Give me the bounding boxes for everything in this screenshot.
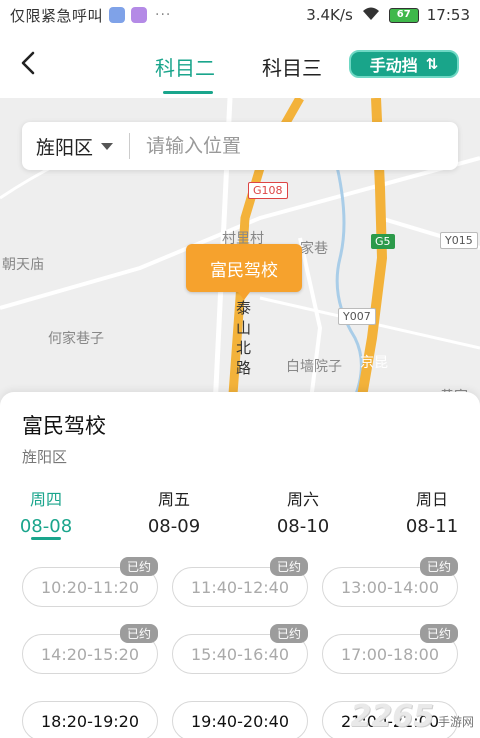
- back-arrow-icon[interactable]: [16, 50, 42, 76]
- active-tab-indicator: [163, 91, 213, 94]
- slot-time: 11:40-12:40: [191, 577, 289, 597]
- chevron-down-icon[interactable]: [101, 142, 114, 150]
- school-detail-sheet: 富民驾校 旌阳区 周四 08-08 周五 08-09 周六 08-10 周日 0…: [0, 392, 480, 738]
- road-badge-y015: Y015: [440, 232, 478, 249]
- slot-time: 17:00-18:00: [341, 644, 439, 664]
- time-slot[interactable]: 18:20-19:20: [22, 701, 158, 738]
- tab-subject-two[interactable]: 科目二: [155, 52, 215, 81]
- district-selector[interactable]: 旌阳区: [36, 133, 93, 160]
- time-slot: 14:20-15:20 已约: [22, 624, 158, 674]
- active-day-indicator: [31, 537, 61, 540]
- slot-time: 15:40-16:40: [191, 644, 289, 664]
- transmission-label: 手动挡: [369, 56, 418, 75]
- slot-time: 19:40-20:40: [191, 711, 289, 731]
- map-label-jiaxiang: 家巷: [300, 241, 328, 257]
- watermark-number: 2265: [350, 699, 434, 734]
- transmission-toggle-button[interactable]: 手动挡 ⇅: [349, 50, 459, 78]
- school-district: 旌阳区: [22, 448, 68, 466]
- road-badge-g5: G5: [371, 234, 395, 249]
- booked-badge: 已约: [269, 624, 308, 643]
- slot-time: 10:20-11:20: [41, 577, 139, 597]
- map-label-hejiaxiangzi: 何家巷子: [48, 331, 104, 347]
- day-weekday: 周四: [29, 490, 62, 509]
- search-divider: [129, 133, 131, 159]
- slot-time: 13:00-14:00: [341, 577, 439, 597]
- map-label-baiqiangyuanzi: 白墙院子: [286, 359, 342, 375]
- more-notifications-icon: ···: [155, 7, 172, 23]
- booked-badge: 已约: [419, 624, 458, 643]
- top-nav: 科目二 科目三 手动挡 ⇅: [0, 30, 480, 98]
- time-slot: 15:40-16:40 已约: [172, 624, 308, 674]
- map-label-chaotianmiao: 朝天庙: [2, 257, 44, 273]
- status-time: 17:53: [426, 6, 470, 24]
- school-map-marker[interactable]: 富民驾校: [186, 244, 302, 300]
- day-tab-3[interactable]: 周日 08-11: [397, 486, 467, 537]
- tab-subject-three[interactable]: 科目三: [262, 52, 322, 81]
- wifi-icon: [361, 5, 381, 25]
- switch-icon: ⇅: [425, 55, 439, 73]
- day-date: 08-09: [147, 516, 201, 537]
- slot-time: 14:20-15:20: [41, 644, 139, 664]
- time-slot[interactable]: 19:40-20:40: [172, 701, 308, 738]
- day-weekday: 周五: [157, 490, 190, 509]
- day-tab-2[interactable]: 周六 08-10: [268, 486, 338, 537]
- shield-icon: [109, 7, 126, 23]
- time-slot: 10:20-11:20 已约: [22, 557, 158, 607]
- map-label-jingkun: 京昆: [360, 355, 388, 371]
- location-search-input[interactable]: [146, 135, 427, 157]
- time-slot: 17:00-18:00 已约: [322, 624, 458, 674]
- map-label-taishan-road: 泰山北路: [236, 299, 252, 377]
- location-search-bar: 旌阳区: [22, 122, 458, 170]
- app-screen: 仅限紧急呼叫 ··· 3.4K/s 67 17:53 科目二 科目三 手动挡 ⇅: [0, 0, 480, 738]
- booked-badge: 已约: [119, 624, 158, 643]
- app-notification-icon: [131, 7, 148, 23]
- road-badge-y007: Y007: [338, 308, 376, 325]
- day-weekday: 周六: [286, 490, 319, 509]
- school-name: 富民驾校: [22, 414, 106, 438]
- watermark-text: 手游网: [437, 715, 474, 729]
- site-watermark: 2265 手游网: [350, 699, 474, 734]
- day-tab-1[interactable]: 周五 08-09: [139, 486, 209, 537]
- booked-badge: 已约: [419, 557, 458, 576]
- day-date: 08-11: [405, 516, 459, 537]
- day-date: 08-08: [19, 516, 73, 537]
- map-view[interactable]: 朝天庙 村里村 家巷 何家巷子 泰山北路 白墙院子 京昆 黄家院 G108 G5…: [0, 98, 480, 408]
- booked-badge: 已约: [269, 557, 308, 576]
- day-tab-0[interactable]: 周四 08-08: [11, 486, 81, 537]
- day-date: 08-10: [276, 516, 330, 537]
- day-weekday: 周日: [415, 490, 448, 509]
- slot-time: 18:20-19:20: [41, 711, 139, 731]
- time-slot: 13:00-14:00 已约: [322, 557, 458, 607]
- booked-badge: 已约: [119, 557, 158, 576]
- road-badge-g108: G108: [248, 182, 288, 199]
- status-bar: 仅限紧急呼叫 ··· 3.4K/s 67 17:53: [0, 0, 480, 30]
- battery-icon: 67: [388, 7, 419, 23]
- network-speed: 3.4K/s: [306, 6, 353, 24]
- time-slot: 11:40-12:40 已约: [172, 557, 308, 607]
- carrier-text: 仅限紧急呼叫: [10, 6, 104, 25]
